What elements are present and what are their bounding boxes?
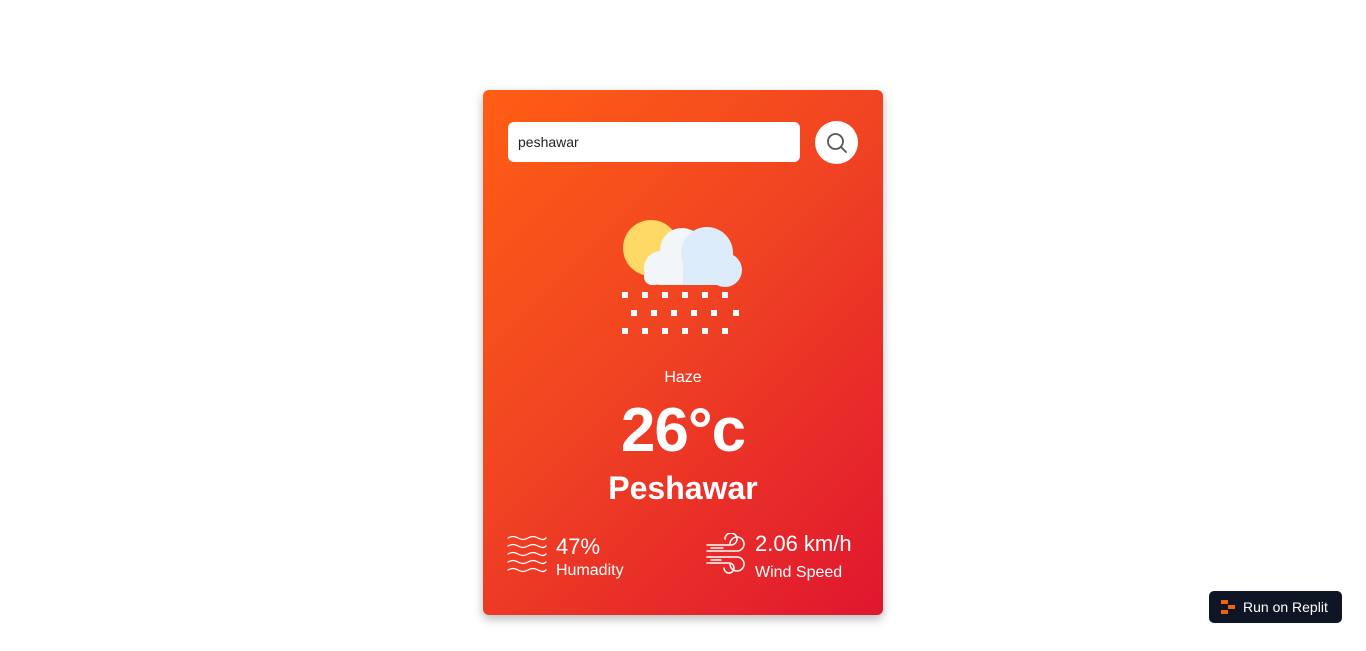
replit-logo-icon [1221,600,1235,614]
search-button[interactable] [815,121,858,164]
humidity-value: 47% [556,534,601,559]
wind-speed-value: 2.06 km/h [755,531,852,556]
cloud-sun-snow-icon [622,220,742,334]
city-name: Peshawar [608,470,758,506]
city-search-input[interactable] [508,122,800,162]
weather-card: Haze 26°c Peshawar 47% Humadity 2.06 km/… [483,90,883,615]
wind-icon [706,533,745,574]
weather-condition: Haze [664,369,702,386]
humidity-label: Humadity [556,562,624,579]
run-on-replit-button[interactable]: Run on Replit [1209,591,1342,623]
wind-speed-label: Wind Speed [755,564,843,581]
humidity-waves-icon [507,535,547,573]
temperature-value: 26°c [620,396,746,465]
search-icon [826,132,847,153]
run-on-replit-label: Run on Replit [1243,599,1328,615]
